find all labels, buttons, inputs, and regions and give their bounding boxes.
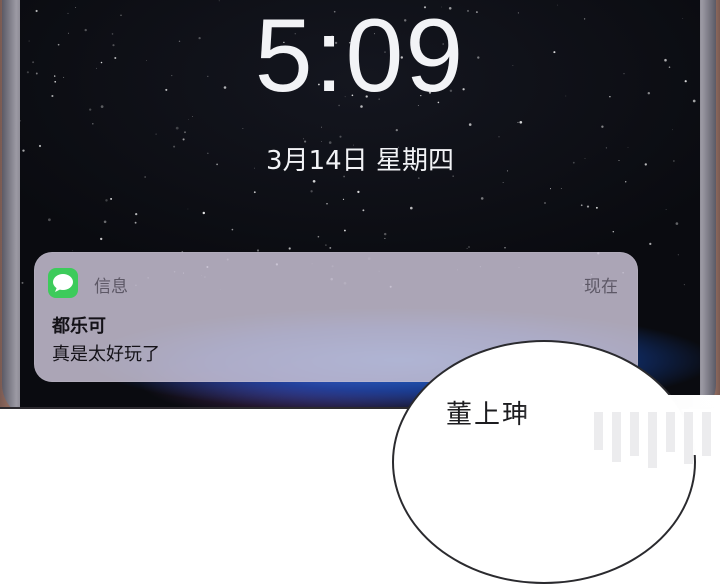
star <box>325 244 327 246</box>
star <box>549 188 552 190</box>
star <box>502 182 504 183</box>
star <box>192 116 193 117</box>
star <box>317 235 320 238</box>
star <box>586 205 590 208</box>
star <box>612 230 615 233</box>
star <box>595 206 598 209</box>
messages-icon <box>48 268 78 298</box>
star <box>242 128 244 129</box>
star <box>155 133 157 135</box>
star <box>175 126 179 130</box>
watermark-bar <box>648 412 657 468</box>
star <box>312 179 316 183</box>
watermark-bar <box>666 412 675 452</box>
star <box>665 209 667 210</box>
star <box>134 221 137 224</box>
notification-message: 真是太好玩了 <box>52 344 160 365</box>
star <box>184 131 186 134</box>
star <box>288 247 291 250</box>
star <box>649 242 652 246</box>
star <box>231 228 234 231</box>
star <box>395 128 398 132</box>
watermark-bar <box>630 412 639 456</box>
star <box>519 120 523 124</box>
star <box>310 190 313 193</box>
star <box>410 206 413 210</box>
star <box>188 119 189 120</box>
star <box>517 121 519 123</box>
star <box>383 232 387 236</box>
star <box>105 199 108 202</box>
star <box>342 198 345 200</box>
notification-sender: 都乐可 <box>52 316 106 337</box>
star <box>625 181 627 183</box>
star <box>683 284 685 286</box>
star <box>417 177 420 179</box>
star <box>253 191 256 194</box>
star <box>329 246 332 249</box>
star <box>202 211 206 215</box>
notification-timestamp: 现在 <box>584 277 618 297</box>
star <box>100 237 103 241</box>
star <box>468 246 470 248</box>
watermark-bar <box>612 412 621 462</box>
star <box>543 201 547 205</box>
star <box>362 209 365 212</box>
star <box>103 220 107 224</box>
clock-time: 5:09 <box>254 0 466 114</box>
star <box>135 212 138 216</box>
star <box>677 254 679 256</box>
star <box>504 247 506 249</box>
watermark-bar <box>594 412 603 450</box>
star <box>560 188 562 189</box>
star <box>339 135 342 138</box>
star <box>48 218 51 222</box>
star <box>326 203 328 205</box>
star <box>466 247 468 249</box>
star <box>675 222 679 225</box>
clock-date: 3月14日 星期四 <box>266 146 454 176</box>
star <box>384 237 386 239</box>
star <box>187 208 189 210</box>
star <box>343 229 346 232</box>
notification-app-name: 信息 <box>94 277 128 297</box>
star <box>601 125 604 128</box>
star <box>672 129 673 131</box>
star <box>218 0 220 2</box>
star <box>480 197 484 200</box>
star <box>468 123 472 126</box>
star <box>89 108 92 111</box>
speech-bubble-text: 董上珅 <box>446 400 531 430</box>
star <box>110 197 113 200</box>
star <box>580 204 583 207</box>
watermark-bar <box>702 412 711 456</box>
star <box>21 281 24 284</box>
star <box>357 190 360 194</box>
watermark-bar <box>684 412 693 464</box>
star <box>20 120 21 122</box>
star <box>321 126 322 128</box>
star <box>92 123 94 125</box>
star <box>498 136 500 138</box>
